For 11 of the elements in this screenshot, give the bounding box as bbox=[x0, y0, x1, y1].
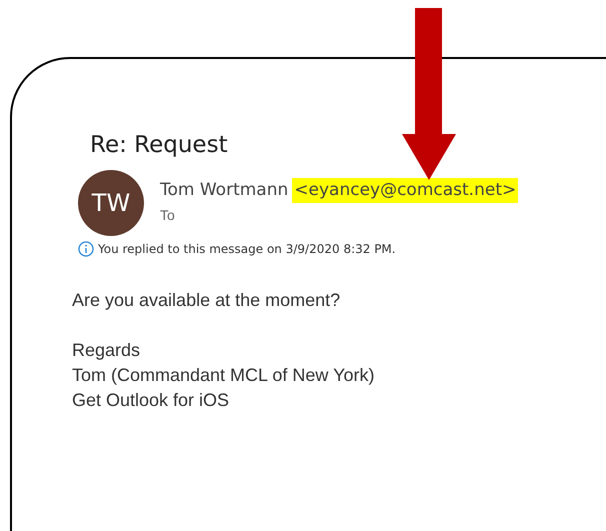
reply-info-text: You replied to this message on 3/9/2020 8:32 PM. bbox=[98, 240, 396, 258]
info-icon bbox=[78, 240, 94, 257]
sender-avatar: TW bbox=[78, 170, 144, 236]
body-text-line: Are you available at the moment? bbox=[72, 288, 340, 312]
body-text-line: Get Outlook for iOS bbox=[72, 388, 230, 412]
sender-name: Tom Wortmann bbox=[160, 178, 288, 202]
message-subject: Re: Request bbox=[90, 131, 228, 160]
sender-address: <eyancey@comcast.net> bbox=[292, 178, 518, 204]
recipient-label: To bbox=[160, 206, 175, 226]
body-text-line: Regards bbox=[72, 338, 140, 362]
body-text-line: Tom (Commandant MCL of New York) bbox=[72, 364, 374, 387]
